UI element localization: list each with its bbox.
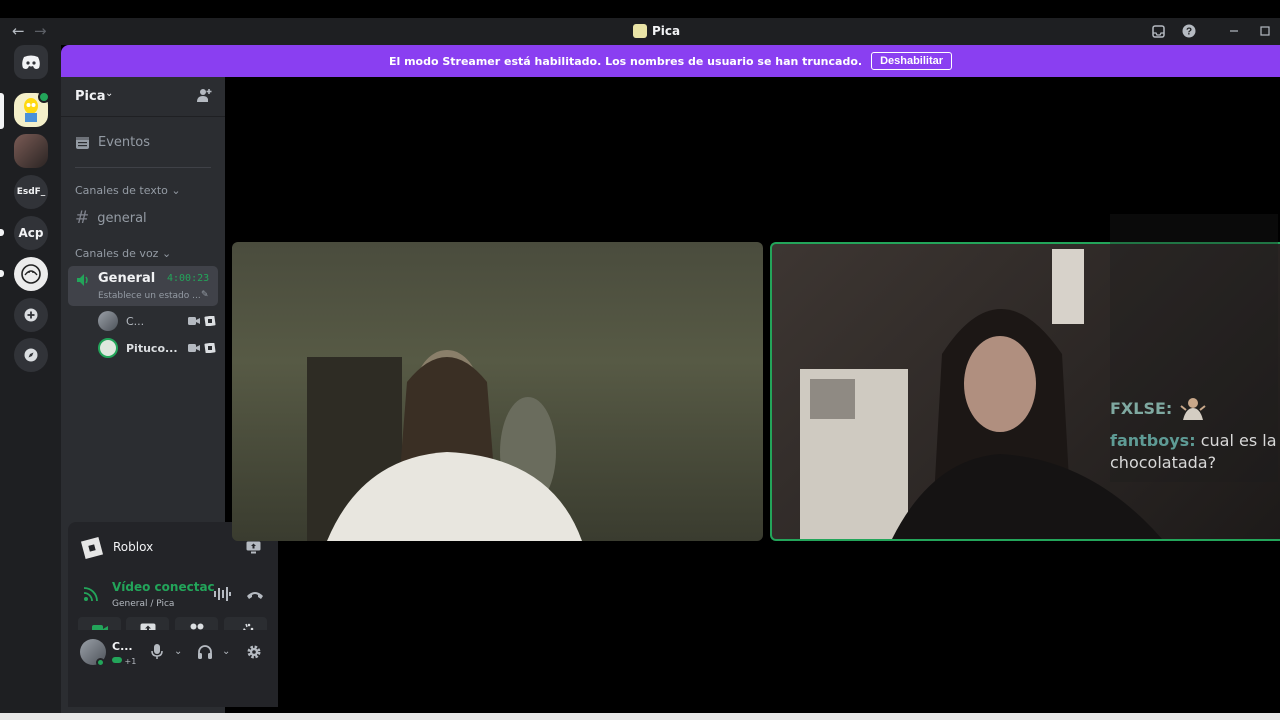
- explore-icon[interactable]: [14, 338, 48, 372]
- headphones-icon[interactable]: [197, 644, 213, 662]
- chevron-down-icon: ⌄: [161, 247, 172, 260]
- user-activity: +1: [112, 656, 136, 666]
- speaker-icon: [75, 272, 91, 292]
- help-icon[interactable]: ?: [1182, 24, 1196, 38]
- chat-username: FXLSE:: [1110, 398, 1173, 418]
- avatar: [98, 311, 118, 331]
- server-avatar-icon[interactable]: [14, 134, 48, 168]
- member-name: C...: [126, 314, 145, 328]
- member-status-icons: [188, 343, 216, 353]
- chat-message: fantboys: cual es la chocolatada?: [1110, 430, 1278, 474]
- guild-name: Pica: [75, 89, 106, 104]
- top-edge: [0, 0, 1280, 18]
- discord-logo-icon[interactable]: [14, 45, 48, 79]
- voice-category[interactable]: Canales de voz ⌄: [75, 247, 171, 260]
- chevron-down-icon: ⌄: [171, 184, 181, 197]
- voice-member[interactable]: C...: [98, 310, 216, 332]
- category-label: Canales de texto: [75, 184, 168, 197]
- voice-status[interactable]: Establece un estado ...: [98, 291, 201, 301]
- calendar-icon: [76, 137, 89, 149]
- window-title: Pica: [652, 24, 681, 38]
- divider: [75, 167, 211, 168]
- chat-message: FXLSE:: [1110, 396, 1208, 420]
- streamer-mode-banner: El modo Streamer está habilitado. Los no…: [61, 45, 1280, 77]
- minimize-icon[interactable]: [1227, 24, 1241, 38]
- category-label: Canales de voz: [75, 247, 159, 260]
- chevron-down-icon[interactable]: ⌄: [174, 646, 182, 657]
- game-icon: [204, 316, 216, 326]
- server-label: Acp: [18, 226, 44, 240]
- gear-icon[interactable]: [246, 644, 262, 663]
- signal-icon[interactable]: [83, 586, 99, 606]
- unread-indicator: [0, 270, 4, 277]
- banner-message: El modo Streamer está habilitado. Los no…: [388, 54, 863, 68]
- voice-member[interactable]: Pituco...: [98, 337, 216, 359]
- window-title-group: Pica: [633, 24, 680, 38]
- user-panel: C... +1 ⌄ ⌄: [68, 630, 278, 678]
- disable-streamer-button[interactable]: Deshabilitar: [871, 52, 953, 70]
- selected-server-indicator: [0, 93, 4, 129]
- user-name[interactable]: C...: [112, 640, 133, 653]
- avatar: [98, 338, 118, 358]
- game-icon: [204, 343, 216, 353]
- noise-suppression-icon[interactable]: [213, 586, 231, 605]
- microphone-icon[interactable]: [151, 644, 163, 663]
- arrow-left-icon[interactable]: ←: [12, 22, 25, 40]
- add-member-icon[interactable]: [196, 87, 212, 107]
- gamepad-icon: [112, 657, 122, 663]
- roblox-icon: [80, 536, 104, 560]
- voice-channel-name: General: [98, 271, 156, 286]
- stream-game-icon[interactable]: [246, 539, 261, 558]
- disconnect-icon[interactable]: [246, 586, 264, 605]
- video-feed-left: [307, 350, 582, 541]
- server-sketch-icon[interactable]: [14, 257, 48, 291]
- video-tile-left[interactable]: [232, 242, 763, 541]
- connection-status[interactable]: Vídeo conectac: [112, 580, 215, 594]
- emoji-icon: [1180, 398, 1206, 420]
- events-item[interactable]: Eventos: [75, 135, 150, 150]
- server-rail: EsdF_ Acp: [0, 45, 61, 713]
- activity-count: +1: [124, 657, 137, 666]
- channel-general-text[interactable]: # general: [75, 208, 147, 228]
- guild-header[interactable]: Pica ⌄: [61, 77, 225, 117]
- hash-icon: #: [75, 208, 90, 228]
- server-label: EsdF_: [16, 187, 46, 197]
- arrow-right-icon[interactable]: →: [34, 22, 47, 40]
- taskbar-edge: [0, 713, 1280, 720]
- chevron-down-icon[interactable]: ⌄: [222, 646, 230, 657]
- server-esdf[interactable]: EsdF_: [14, 175, 48, 209]
- pencil-icon[interactable]: ✎: [201, 290, 209, 300]
- events-label: Eventos: [98, 135, 150, 150]
- member-name: Pituco...: [126, 341, 178, 355]
- title-bar: ← → Pica ?: [0, 18, 1280, 45]
- online-status-badge: [96, 658, 105, 667]
- unread-indicator: [0, 229, 4, 236]
- inbox-icon[interactable]: [1151, 24, 1165, 38]
- member-status-icons: [188, 316, 216, 326]
- maximize-icon[interactable]: [1258, 24, 1272, 38]
- chat-username: fantboys:: [1110, 431, 1196, 450]
- text-category[interactable]: Canales de texto ⌄: [75, 184, 181, 197]
- server-pica-icon[interactable]: [14, 91, 50, 127]
- voice-timer: 4:00:23: [167, 273, 210, 284]
- svg-text:?: ?: [1186, 27, 1192, 38]
- live-badge: [38, 91, 50, 103]
- game-name: Roblox: [113, 540, 154, 554]
- connection-location[interactable]: General / Pica: [112, 599, 174, 609]
- channel-label: general: [97, 210, 147, 226]
- chevron-down-icon: ⌄: [105, 88, 114, 99]
- activity-panel: Roblox Vídeo conectac General / Pica: [68, 522, 278, 707]
- voice-channel-general[interactable]: General 4:00:23 Establece un estado ... …: [68, 266, 218, 306]
- camera-icon: [188, 344, 200, 352]
- add-server-icon[interactable]: [14, 298, 48, 332]
- camera-icon: [188, 317, 200, 325]
- server-pica-icon: [633, 24, 647, 38]
- server-acp[interactable]: Acp: [14, 216, 48, 250]
- channel-sidebar: Pica ⌄ Eventos Canales de texto ⌄ # gene…: [61, 77, 278, 713]
